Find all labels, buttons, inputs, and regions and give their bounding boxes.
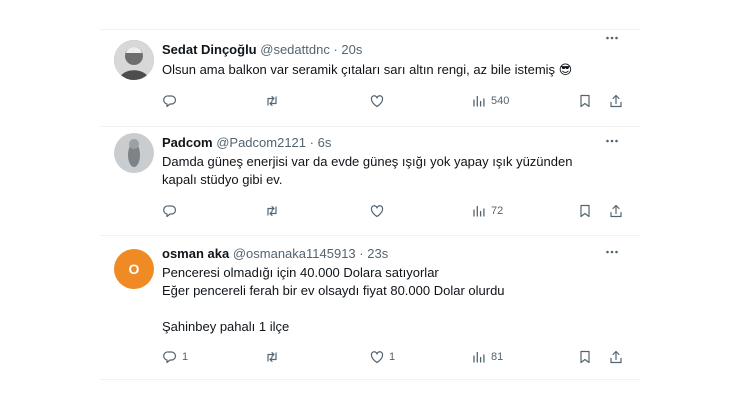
- like-icon: [370, 205, 384, 218]
- display-name[interactable]: Sedat Dinçoğlu: [162, 42, 257, 57]
- share-button[interactable]: [608, 348, 624, 366]
- reply-list: Sedat Dinçoğlu @sedattdnc · 20s Olsun am…: [100, 29, 640, 380]
- avatar[interactable]: O: [114, 249, 154, 289]
- share-icon: [610, 204, 622, 218]
- more-icon-slot: [604, 44, 620, 60]
- share-icon: [610, 94, 622, 108]
- views-button[interactable]: 72: [471, 202, 503, 220]
- timestamp[interactable]: 20s: [341, 42, 362, 57]
- reply-button[interactable]: [162, 92, 182, 110]
- bookmark-icon: [580, 350, 590, 364]
- display-name[interactable]: Padcom: [162, 135, 213, 150]
- handle[interactable]: @sedattdnc: [260, 42, 330, 57]
- separator-dot: ·: [359, 246, 364, 261]
- bookmark-button[interactable]: [577, 92, 593, 110]
- separator-dot: ·: [333, 42, 338, 57]
- more-icon[interactable]: [604, 244, 620, 260]
- views-icon: [473, 205, 485, 217]
- tweet[interactable]: Padcom @Padcom2121 · 6s Damda güneş ener…: [100, 127, 640, 236]
- retweet-button[interactable]: [264, 92, 284, 110]
- timestamp[interactable]: 23s: [367, 246, 388, 261]
- reply-icon: [163, 205, 177, 218]
- tweet-text: Penceresi olmadığı için 40.000 Dolara sa…: [162, 265, 505, 334]
- views-count: 81: [491, 351, 504, 363]
- reply-icon: [163, 351, 177, 364]
- views-icon: [473, 351, 485, 363]
- bookmark-button[interactable]: [577, 348, 593, 366]
- views-count: 540: [491, 95, 510, 107]
- like-icon: [370, 95, 384, 108]
- like-button[interactable]: [369, 202, 389, 220]
- tweet-text: Olsun ama balkon var seramik çıtaları sa…: [162, 62, 573, 77]
- like-button[interactable]: 1: [369, 348, 395, 366]
- share-button[interactable]: [608, 202, 624, 220]
- views-icon: [473, 95, 485, 107]
- retweet-icon: [267, 205, 277, 217]
- tweet-actions: 72: [162, 202, 630, 220]
- more-icon[interactable]: [604, 133, 620, 149]
- tweet[interactable]: O osman aka @osmanaka1145913 · 23s Pence…: [100, 236, 640, 379]
- display-name[interactable]: osman aka: [162, 246, 229, 261]
- avatar[interactable]: [114, 40, 154, 80]
- reply-button[interactable]: [162, 202, 182, 220]
- retweet-button[interactable]: [264, 202, 284, 220]
- handle[interactable]: @osmanaka1145913: [233, 246, 356, 261]
- tweet-header: osman aka @osmanaka1145913 · 23s: [162, 246, 600, 262]
- retweet-icon: [267, 351, 277, 363]
- like-button[interactable]: [369, 92, 389, 110]
- avatar-photo: [114, 133, 154, 173]
- views-count: 72: [491, 205, 504, 217]
- bookmark-button[interactable]: [577, 202, 593, 220]
- avatar-letter: O: [128, 261, 140, 277]
- avatar[interactable]: [114, 133, 154, 173]
- share-icon: [610, 350, 622, 364]
- tweet-header: Sedat Dinçoğlu @sedattdnc · 20s: [162, 42, 600, 58]
- reply-icon: [163, 95, 177, 108]
- handle[interactable]: @Padcom2121: [216, 135, 306, 150]
- like-count: 1: [389, 351, 396, 363]
- tweet[interactable]: Sedat Dinçoğlu @sedattdnc · 20s Olsun am…: [100, 30, 640, 127]
- tweet-header: Padcom @Padcom2121 · 6s: [162, 135, 600, 151]
- views-button[interactable]: 540: [471, 92, 509, 110]
- retweet-button[interactable]: [264, 348, 284, 366]
- reply-count: 1: [182, 351, 189, 363]
- retweet-icon: [267, 95, 277, 107]
- bookmark-icon: [580, 204, 590, 218]
- bookmark-icon: [580, 94, 590, 108]
- separator-dot: ·: [309, 135, 314, 150]
- views-button[interactable]: 81: [471, 348, 503, 366]
- tweet-actions: 540: [162, 92, 630, 110]
- tweet-actions: 1 1 81: [162, 348, 630, 366]
- avatar-photo: [114, 40, 154, 80]
- timestamp[interactable]: 6s: [318, 135, 332, 150]
- share-button[interactable]: [608, 92, 624, 110]
- tweet-text: Damda güneş enerjisi var da evde güneş ı…: [162, 154, 573, 187]
- like-icon: [370, 351, 384, 364]
- reply-button[interactable]: 1: [162, 348, 188, 366]
